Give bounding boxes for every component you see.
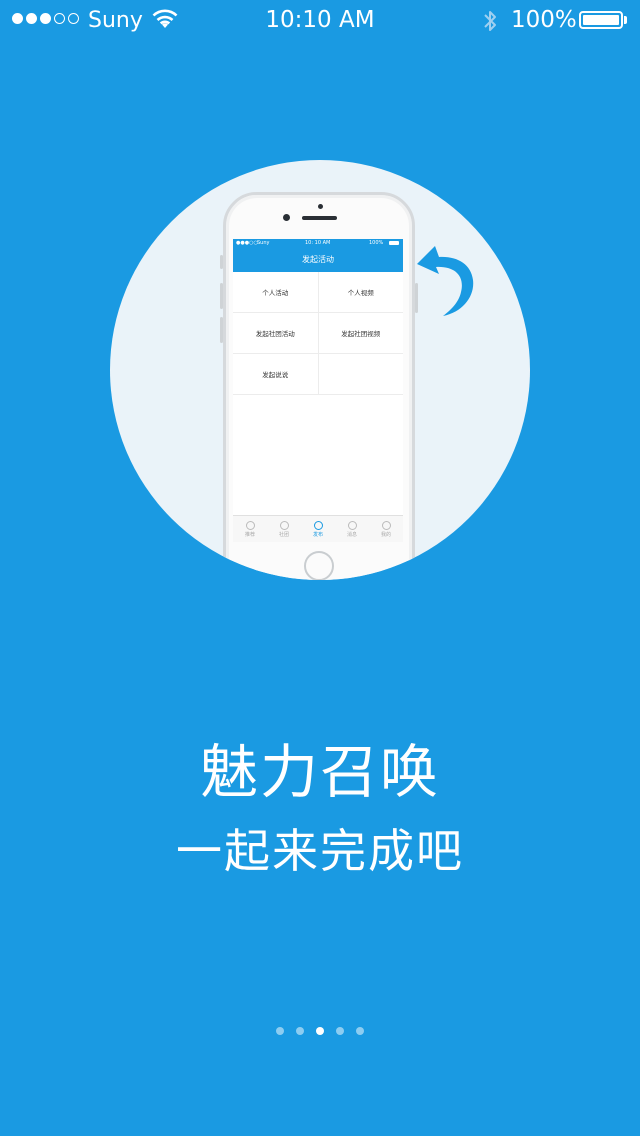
mini-battery-icon [389, 241, 399, 245]
mini-action-grid: 个人活动 个人视频 发起社团活动 发起社团视频 发起说说 [233, 272, 403, 395]
mini-carrier: Suny [257, 240, 270, 246]
curved-arrow-icon [415, 240, 477, 324]
mini-tab-bar: 推荐 社团 发布 消息 我的 [233, 515, 403, 542]
phone-speaker [302, 216, 337, 220]
battery-icon [579, 11, 623, 29]
mini-grid-cell: 发起社团视频 [317, 313, 404, 353]
mini-grid-cell: 个人视频 [317, 272, 404, 312]
mini-status-bar: ●●●○○ Suny 10: 10 AM 100% [233, 239, 403, 249]
mini-battery-text: 100% [369, 240, 384, 246]
phone-home-button [304, 551, 334, 580]
mini-grid-cell [317, 354, 404, 394]
phone-volume-down [220, 317, 223, 343]
mini-signal-icon: ●●●○○ [236, 240, 258, 246]
phone-sensor [318, 204, 323, 209]
globe-icon [245, 520, 255, 530]
battery-nub [624, 16, 627, 24]
mini-grid-cell: 发起社团活动 [255, 330, 295, 338]
plus-circle-icon [279, 520, 289, 530]
mini-grid-row: 发起说说 [233, 354, 403, 395]
mini-tab-publish: 发布 [301, 516, 335, 542]
mini-tab-label: 发布 [312, 531, 323, 538]
phone-volume-up [220, 283, 223, 309]
mini-tab-label: 消息 [346, 531, 357, 538]
page-dot[interactable] [296, 1027, 304, 1035]
mini-grid-row: 发起社团活动 发起社团视频 [233, 313, 403, 354]
mini-tab-label: 社团 [278, 531, 289, 538]
mini-tab-recommend: 推荐 [233, 516, 267, 542]
mini-tab-club: 社团 [267, 516, 301, 542]
status-bar: Suny 10:10 AM 100% [0, 0, 640, 40]
headline: 魅力召唤 [199, 738, 440, 806]
mini-nav-title: 发起活动 [302, 255, 334, 264]
phone-camera [283, 214, 290, 221]
bluetooth-icon [482, 8, 498, 38]
illustration-circle: ●●●○○ Suny 10: 10 AM 100% 发起活动 个人活动 个人视频… [110, 160, 530, 580]
subline: 一起来完成吧 [176, 824, 464, 878]
megaphone-icon [313, 520, 323, 530]
mini-tab-label: 我的 [380, 531, 391, 538]
mini-grid-cell: 发起说说 [262, 371, 289, 379]
battery-percent: 100% [511, 7, 577, 33]
page-dot[interactable] [276, 1027, 284, 1035]
mini-grid-row: 个人活动 个人视频 [233, 272, 403, 313]
page-indicator[interactable] [0, 1027, 640, 1035]
profile-icon [381, 520, 391, 530]
chat-icon [347, 520, 357, 530]
phone-screen: ●●●○○ Suny 10: 10 AM 100% 发起活动 个人活动 个人视频… [233, 239, 403, 542]
mini-tab-me: 我的 [369, 516, 403, 542]
mini-tab-messages: 消息 [335, 516, 369, 542]
page-dot[interactable] [316, 1027, 324, 1035]
mini-tab-label: 推荐 [244, 531, 255, 538]
phone-mute-switch [220, 255, 223, 269]
page-dot[interactable] [356, 1027, 364, 1035]
mini-grid-cell: 个人活动 [262, 289, 289, 297]
mini-time: 10: 10 AM [305, 240, 331, 246]
phone-illustration: ●●●○○ Suny 10: 10 AM 100% 发起活动 个人活动 个人视频… [220, 192, 418, 580]
mini-nav-bar: 发起活动 [233, 249, 403, 272]
page-dot[interactable] [336, 1027, 344, 1035]
